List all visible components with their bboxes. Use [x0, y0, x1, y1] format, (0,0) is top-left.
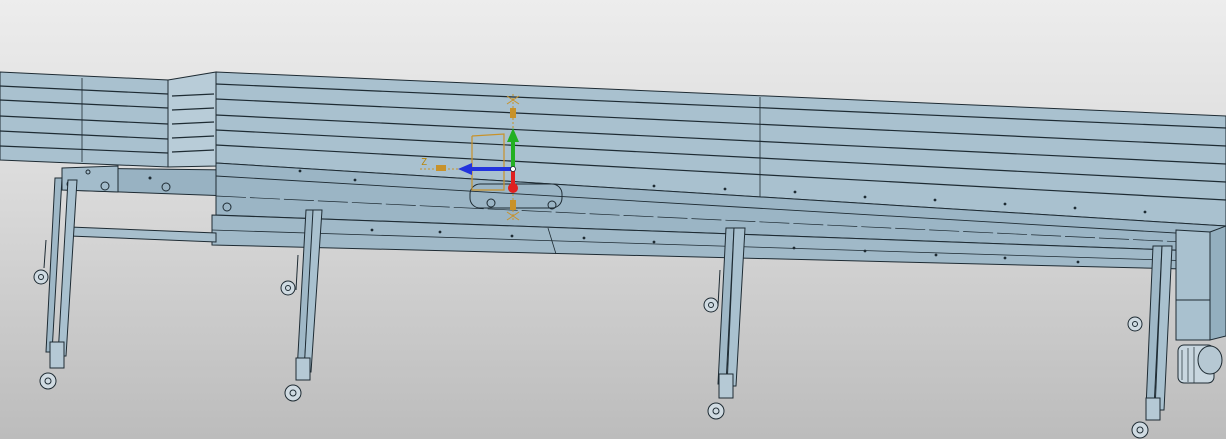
conveyor-section-left[interactable]: [0, 71, 231, 197]
cross-bar[interactable]: [69, 226, 217, 243]
left-end-panel[interactable]: [167, 71, 217, 168]
conveyor-model-scene[interactable]: [0, 0, 1226, 439]
leg-4[interactable]: [1127, 245, 1173, 439]
leg-1[interactable]: [33, 177, 78, 390]
conveyor-section-main[interactable]: [69, 71, 1226, 271]
3d-viewport[interactable]: Z: [0, 0, 1226, 439]
gizmo-z-label: Z: [421, 157, 428, 168]
drive-motor[interactable]: [1175, 225, 1226, 384]
